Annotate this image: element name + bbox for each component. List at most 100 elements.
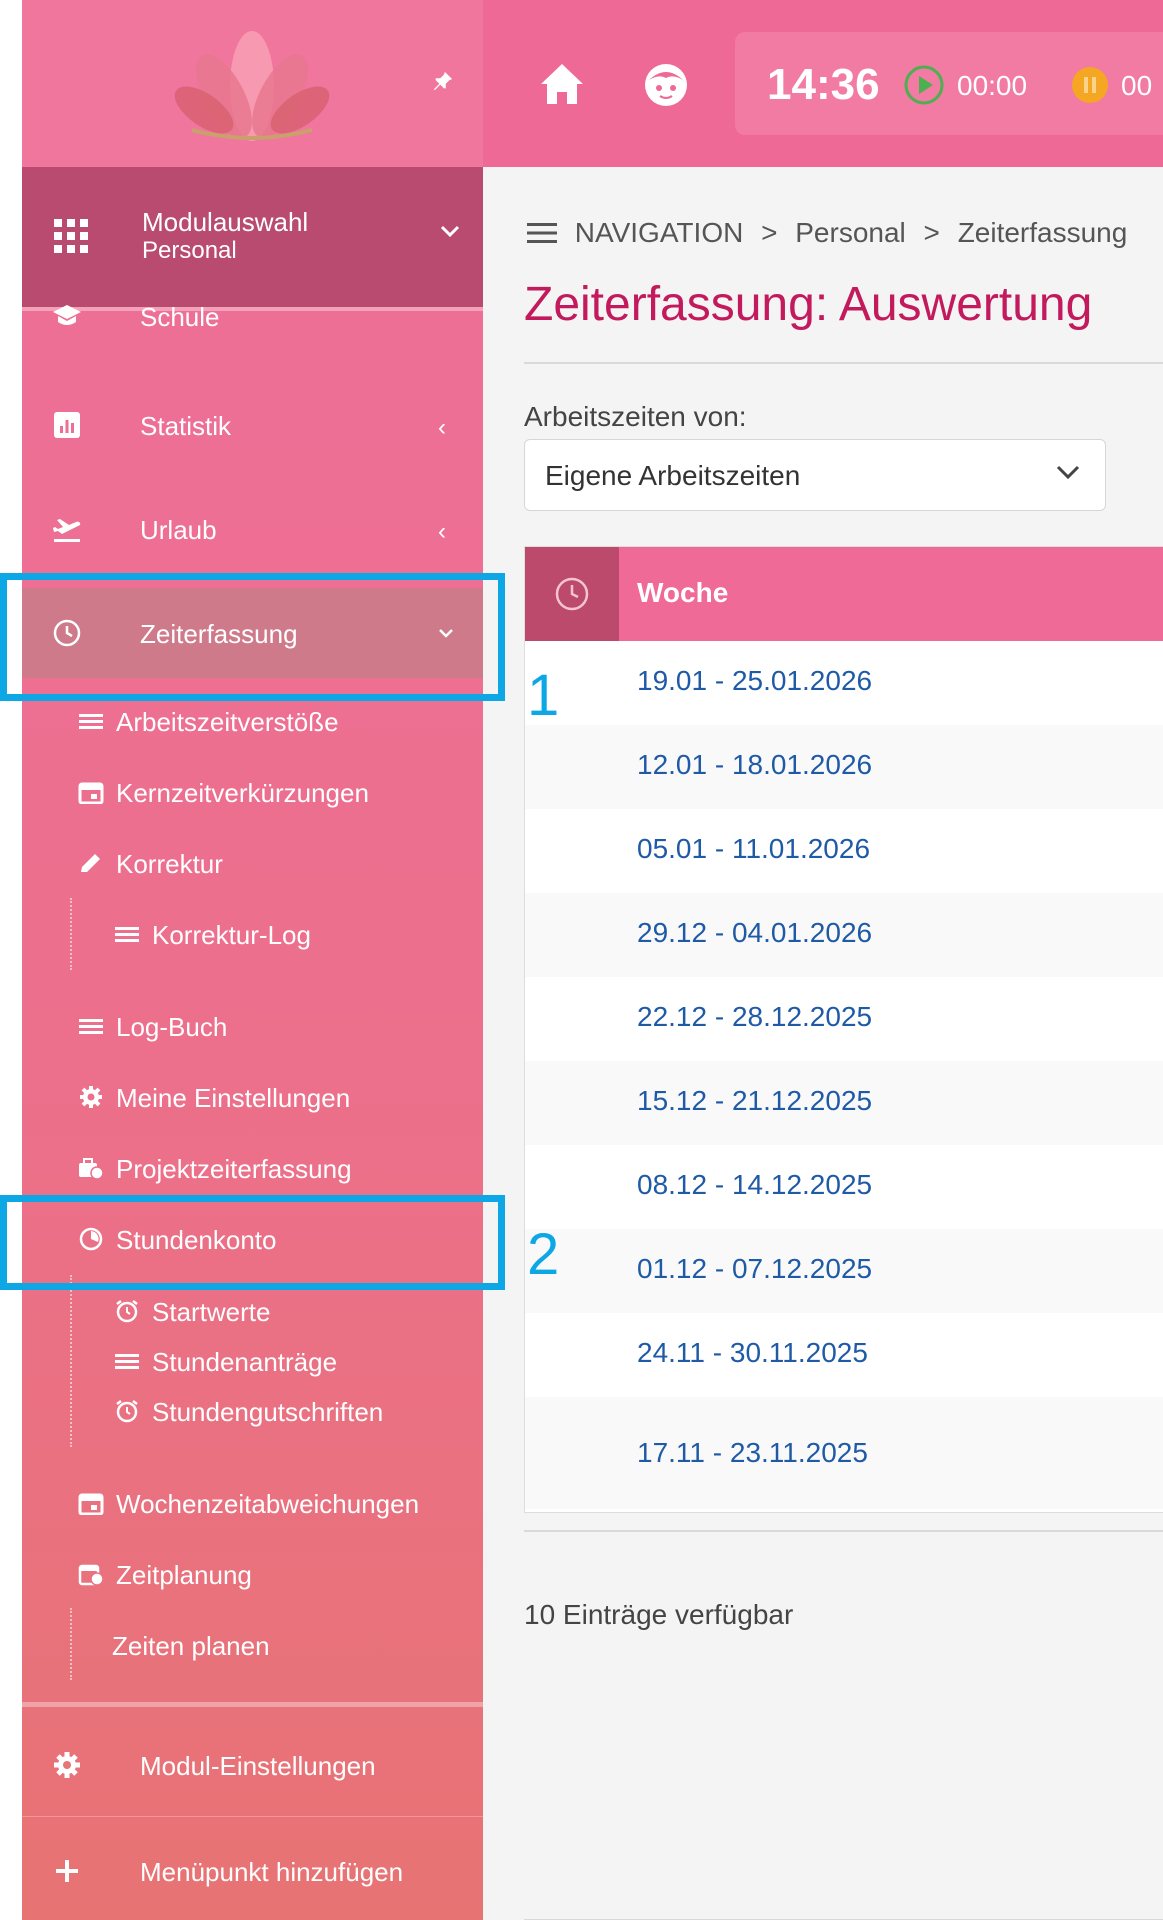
sidebar-item-projektzeiterfassung[interactable]: Projektzeiterfassung — [22, 1140, 483, 1196]
table-row[interactable]: 29.12 - 04.01.2026 — [525, 893, 1163, 977]
sidebar: Modulauswahl Personal Schule Statistik ‹… — [22, 0, 483, 1920]
sidebar-item-stundengutschriften[interactable]: Stundengutschriften — [22, 1383, 483, 1439]
sidebar-item-zeitplanung[interactable]: Zeitplanung — [22, 1546, 483, 1602]
sidebar-item-label: Kernzeitverkürzungen — [116, 778, 369, 808]
sidebar-item-label: Statistik — [140, 411, 232, 441]
sidebar-item-korrektur[interactable]: Korrektur — [22, 835, 483, 891]
sidebar-item-label: Arbeitszeitverstöße — [116, 707, 339, 737]
sidebar-item-kernzeitverkuerzungen[interactable]: Kernzeitverkürzungen — [22, 764, 483, 820]
breadcrumb-separator: > — [761, 217, 778, 248]
page-title: Zeiterfassung: Auswertung — [524, 278, 1093, 331]
list-icon — [115, 1354, 139, 1369]
current-time: 14:36 — [767, 60, 880, 109]
week-link[interactable]: 01.12 - 07.12.2025 — [637, 1253, 872, 1285]
break-time: 00 — [1121, 70, 1153, 101]
sidebar-item-urlaub[interactable]: Urlaub ‹ — [22, 484, 483, 574]
avatar-icon[interactable] — [643, 62, 689, 108]
sidebar-item-stundenantraege[interactable]: Stundenanträge — [22, 1333, 483, 1389]
list-icon — [115, 927, 139, 942]
sidebar-item-label: Projektzeiterfassung — [116, 1154, 352, 1184]
sidebar-item-wochenzeitabweichungen[interactable]: Wochenzeitabweichungen — [22, 1475, 483, 1531]
table-row[interactable]: 12.01 - 18.01.2026 — [525, 725, 1163, 809]
highlight-box-stundenkonto — [0, 1195, 505, 1290]
table-row[interactable]: 22.12 - 28.12.2025 — [525, 977, 1163, 1061]
chevron-left-icon: ‹ — [438, 414, 446, 441]
sidebar-item-label: Modul-Einstellungen — [140, 1751, 376, 1781]
week-link[interactable]: 08.12 - 14.12.2025 — [637, 1169, 872, 1201]
week-link[interactable]: 12.01 - 18.01.2026 — [637, 749, 872, 781]
filter-label: Arbeitszeiten von: — [524, 401, 747, 432]
pin-icon[interactable] — [432, 70, 454, 92]
sidebar-item-menuepunkt-hinzufuegen[interactable]: Menüpunkt hinzufügen — [22, 1826, 483, 1916]
play-icon[interactable] — [903, 64, 945, 106]
sidebar-item-label: Korrektur — [116, 849, 223, 879]
breadcrumb-zeiterfassung[interactable]: Zeiterfassung — [958, 217, 1128, 248]
sidebar-item-label: Meine Einstellungen — [116, 1083, 351, 1113]
sidebar-item-modul-einstellungen[interactable]: Modul-Einstellungen — [22, 1720, 483, 1810]
gear-icon — [54, 1752, 80, 1778]
menu-icon[interactable] — [527, 222, 557, 244]
divider — [524, 1530, 1163, 1532]
week-link[interactable]: 19.01 - 25.01.2026 — [637, 665, 872, 697]
plus-icon — [56, 1860, 78, 1882]
sidebar-divider — [22, 1816, 483, 1817]
calendar-icon — [78, 782, 104, 804]
week-link[interactable]: 17.11 - 23.11.2025 — [637, 1437, 868, 1469]
sidebar-item-label: Urlaub — [140, 515, 217, 545]
table-row[interactable]: 15.12 - 21.12.2025 — [525, 1061, 1163, 1145]
table-row[interactable]: 19.01 - 25.01.2026 — [525, 641, 1163, 725]
table-header: Woche — [525, 547, 1163, 641]
table-row[interactable]: 01.12 - 07.12.2025 — [525, 1229, 1163, 1313]
sidebar-item-label: Zeiten planen — [112, 1631, 270, 1661]
sidebar-item-statistik[interactable]: Statistik ‹ — [22, 380, 483, 470]
list-icon — [79, 714, 103, 729]
apps-grid-icon — [54, 219, 88, 253]
alarm-clock-icon — [116, 1400, 138, 1423]
week-link[interactable]: 15.12 - 21.12.2025 — [637, 1085, 872, 1117]
column-header-woche[interactable]: Woche — [637, 577, 728, 609]
lotus-logo — [174, 31, 330, 141]
table-row[interactable]: 05.01 - 11.01.2026 — [525, 809, 1163, 893]
main-content: NAVIGATION > Personal > Zeiterfassung Ze… — [483, 167, 1163, 1920]
table-row[interactable]: 24.11 - 30.11.2025 — [525, 1313, 1163, 1397]
select-value: Eigene Arbeitszeiten — [545, 460, 801, 491]
table-row[interactable]: 08.12 - 14.12.2025 — [525, 1145, 1163, 1229]
chevron-down-icon — [440, 225, 460, 238]
pencil-icon — [81, 854, 100, 872]
briefcase-clock-icon — [79, 1158, 104, 1180]
divider — [524, 362, 1163, 364]
sidebar-item-korrektur-log[interactable]: Korrektur-Log — [22, 906, 483, 962]
calendar-clock-icon — [78, 1564, 104, 1586]
week-link[interactable]: 05.01 - 11.01.2026 — [637, 833, 870, 865]
sidebar-item-schule[interactable]: Schule — [22, 295, 483, 335]
breadcrumb-personal[interactable]: Personal — [795, 217, 906, 248]
home-icon[interactable] — [539, 62, 585, 106]
time-tracker-panel: 14:36 00:00 00 — [735, 32, 1163, 135]
week-link[interactable]: 24.11 - 30.11.2025 — [637, 1337, 868, 1369]
logo-area — [22, 0, 483, 167]
pause-icon[interactable] — [1069, 64, 1111, 106]
chart-icon — [54, 412, 80, 438]
week-link[interactable]: 29.12 - 04.01.2026 — [637, 917, 872, 949]
week-table: Woche 19.01 - 25.01.2026 12.01 - 18.01.2… — [524, 546, 1163, 1513]
highlight-box-zeiterfassung — [0, 573, 505, 701]
chevron-left-icon: ‹ — [438, 518, 446, 545]
table-row[interactable]: 17.11 - 23.11.2025 — [525, 1397, 1163, 1509]
work-time: 00:00 — [957, 70, 1028, 101]
sidebar-item-zeiten-planen[interactable]: Zeiten planen — [22, 1617, 483, 1673]
sidebar-item-label: Stundengutschriften — [152, 1397, 384, 1427]
breadcrumb-separator: > — [923, 217, 940, 248]
sidebar-item-log-buch[interactable]: Log-Buch — [22, 998, 483, 1054]
alarm-clock-icon — [116, 1300, 138, 1323]
sidebar-item-startwerte[interactable]: Startwerte — [22, 1283, 483, 1339]
sidebar-item-label: Wochenzeitabweichungen — [116, 1489, 420, 1519]
breadcrumb-root[interactable]: NAVIGATION — [575, 217, 744, 248]
sidebar-item-meine-einstellungen[interactable]: Meine Einstellungen — [22, 1069, 483, 1125]
annotation-number-2: 2 — [527, 1222, 560, 1287]
sidebar-item-label: Startwerte — [152, 1297, 271, 1327]
clock-icon — [555, 577, 589, 611]
sidebar-item-arbeitszeitverstoesse[interactable]: Arbeitszeitverstöße — [22, 693, 483, 749]
week-link[interactable]: 22.12 - 28.12.2025 — [637, 1001, 872, 1033]
module-selector[interactable]: Modulauswahl Personal — [22, 167, 483, 307]
work-time-owner-select[interactable]: Eigene Arbeitszeiten — [524, 439, 1106, 511]
